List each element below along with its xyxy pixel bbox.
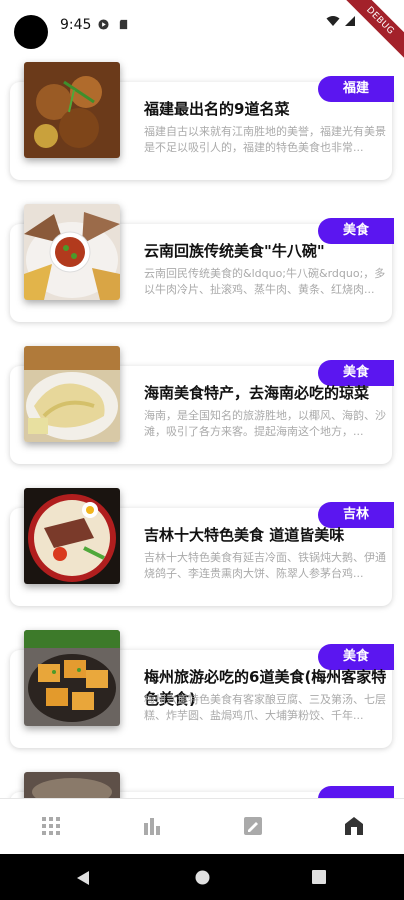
status-time: 9:45 [60, 17, 92, 33]
article-desc: 吉林十大特色美食有延吉冷面、铁锅炖大鹅、伊通烧鸽子、李连贵熏肉大饼、陈翠人参茅台… [144, 551, 386, 580]
article-thumbnail [24, 630, 120, 726]
article-list[interactable]: 福建 福建最出名的9道名菜 福建自古以来就有江南胜地的美誉，福建光有美景是不足以… [0, 52, 404, 798]
bottom-navigation [0, 798, 404, 855]
article-desc: 福建自古以来就有江南胜地的美誉，福建光有美景是不足以吸引人的，福建的特色美食也非… [144, 125, 386, 154]
article-desc: 海南，是全国知名的旅游胜地，以椰风、海韵、沙滩，吸引了各方来客。提起海南这个地方… [144, 409, 386, 438]
system-navigation-bar [0, 854, 404, 900]
article-thumbnail [24, 772, 120, 798]
article-thumbnail [24, 204, 120, 300]
list-item[interactable]: 吉林 吉林十大特色美食 道道皆美味 吉林十大特色美食有延吉冷面、铁锅炖大鹅、伊通… [0, 488, 404, 608]
back-icon[interactable] [76, 870, 90, 886]
sd-card-icon [119, 19, 128, 30]
article-title: 海南美食特产，去海南必吃的琼菜 [144, 384, 370, 402]
article-title: 云南回族传统美食"牛八碗" [144, 242, 325, 260]
signal-icon [345, 16, 355, 26]
list-item[interactable] [0, 772, 404, 798]
play-protect-icon [98, 19, 109, 30]
list-item[interactable]: 美食 海南美食特产，去海南必吃的琼菜 海南，是全国知名的旅游胜地，以椰风、海韵、… [0, 346, 404, 466]
article-desc: 云南回民传统美食的&ldquo;牛八碗&rdquo;，多以牛肉冷片、扯滚鸡、蒸牛… [144, 267, 386, 296]
edit-note-icon[interactable] [242, 815, 264, 837]
list-item[interactable]: 福建 福建最出名的9道名菜 福建自古以来就有江南胜地的美誉，福建光有美景是不足以… [0, 62, 404, 182]
status-bar: 9:45 DEBUG [0, 0, 404, 70]
category-badge [318, 786, 394, 798]
list-item[interactable]: 美食 梅州旅游必吃的6道美食(梅州客家特色美食) 梅州六道特色美食有客家酿豆腐、… [0, 630, 404, 750]
list-item[interactable]: 美食 云南回族传统美食"牛八碗" 云南回民传统美食的&ldquo;牛八碗&rdq… [0, 204, 404, 324]
article-title: 福建最出名的9道名菜 [144, 100, 290, 118]
article-desc: 梅州六道特色美食有客家酿豆腐、三及第汤、七层糕、炸芋圆、盐焗鸡爪、大埔笋粉饺、千… [144, 693, 386, 722]
bar-chart-icon[interactable] [141, 815, 163, 837]
wifi-icon [326, 16, 340, 26]
recents-icon[interactable] [312, 870, 326, 884]
article-title: 吉林十大特色美食 道道皆美味 [144, 526, 345, 544]
home-icon[interactable] [343, 815, 365, 837]
camera-cutout [14, 15, 48, 49]
grid-icon[interactable] [40, 815, 62, 837]
home-circle-icon[interactable] [195, 870, 210, 885]
article-thumbnail [24, 488, 120, 584]
article-thumbnail [24, 62, 120, 158]
article-thumbnail [24, 346, 120, 442]
